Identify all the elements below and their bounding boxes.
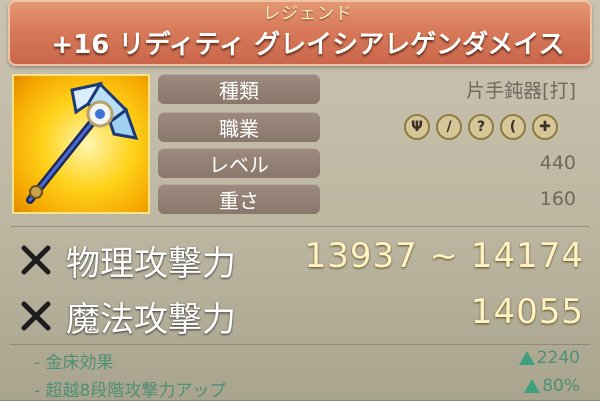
mace-icon [26, 81, 139, 204]
item-title-banner: レジェンド +16 リディティ グレイシアレゲンダメイス [8, 0, 592, 66]
up-arrow-icon [524, 379, 541, 393]
item-icon [12, 74, 150, 214]
stat-label-class: 職業 [158, 112, 320, 142]
bonus-value-anvil: 2240 [518, 348, 580, 368]
stat-value-level: 440 [539, 152, 576, 174]
magic-attack-value: 14055 [470, 292, 584, 332]
cross-icon: ✚ [532, 114, 558, 140]
bonus-row: - 金床効果 2240 [34, 348, 580, 373]
magic-attack-row: 魔法攻撃力 14055 [18, 292, 584, 340]
class-icons: Ψ / ? ( ✚ [404, 114, 558, 140]
stat-label-level: レベル [158, 148, 320, 178]
divider [10, 226, 590, 227]
crossed-swords-icon [21, 245, 51, 275]
bonus-value-transcend: 80% [524, 376, 580, 396]
stat-label-weight: 重さ [158, 184, 320, 214]
physical-attack-value: 13937 ~ 14174 [304, 236, 584, 276]
item-tooltip: レジェンド +16 リディティ グレイシアレゲンダメイス 種類 片手鈍器[打] … [0, 0, 600, 401]
bonus-label-transcend: - 超越8段階攻撃力アップ [34, 381, 227, 401]
up-arrow-icon [518, 351, 535, 365]
bonus-number: 80% [542, 376, 580, 396]
physical-attack-label: 物理攻撃力 [66, 244, 236, 284]
claw-icon: Ψ [404, 114, 430, 140]
stat-value-weight: 160 [539, 188, 576, 210]
item-name: +16 リディティ グレイシアレゲンダメイス [51, 30, 565, 60]
bow-icon: ( [500, 114, 526, 140]
crossed-swords-icon [21, 301, 51, 331]
stat-label-type: 種類 [158, 74, 320, 104]
bonus-number: 2240 [536, 348, 580, 368]
rarity-label: レジェンド [263, 4, 353, 24]
staff-icon: ? [468, 114, 494, 140]
stat-value-type: 片手鈍器[打] [466, 79, 576, 102]
divider [10, 344, 590, 345]
bonus-label-anvil: - 金床効果 [34, 353, 114, 373]
magic-attack-label: 魔法攻撃力 [66, 300, 236, 340]
sword-icon: / [436, 114, 462, 140]
bonus-row: - 超越8段階攻撃力アップ 80% [34, 376, 580, 401]
physical-attack-row: 物理攻撃力 13937 ~ 14174 [18, 236, 584, 284]
